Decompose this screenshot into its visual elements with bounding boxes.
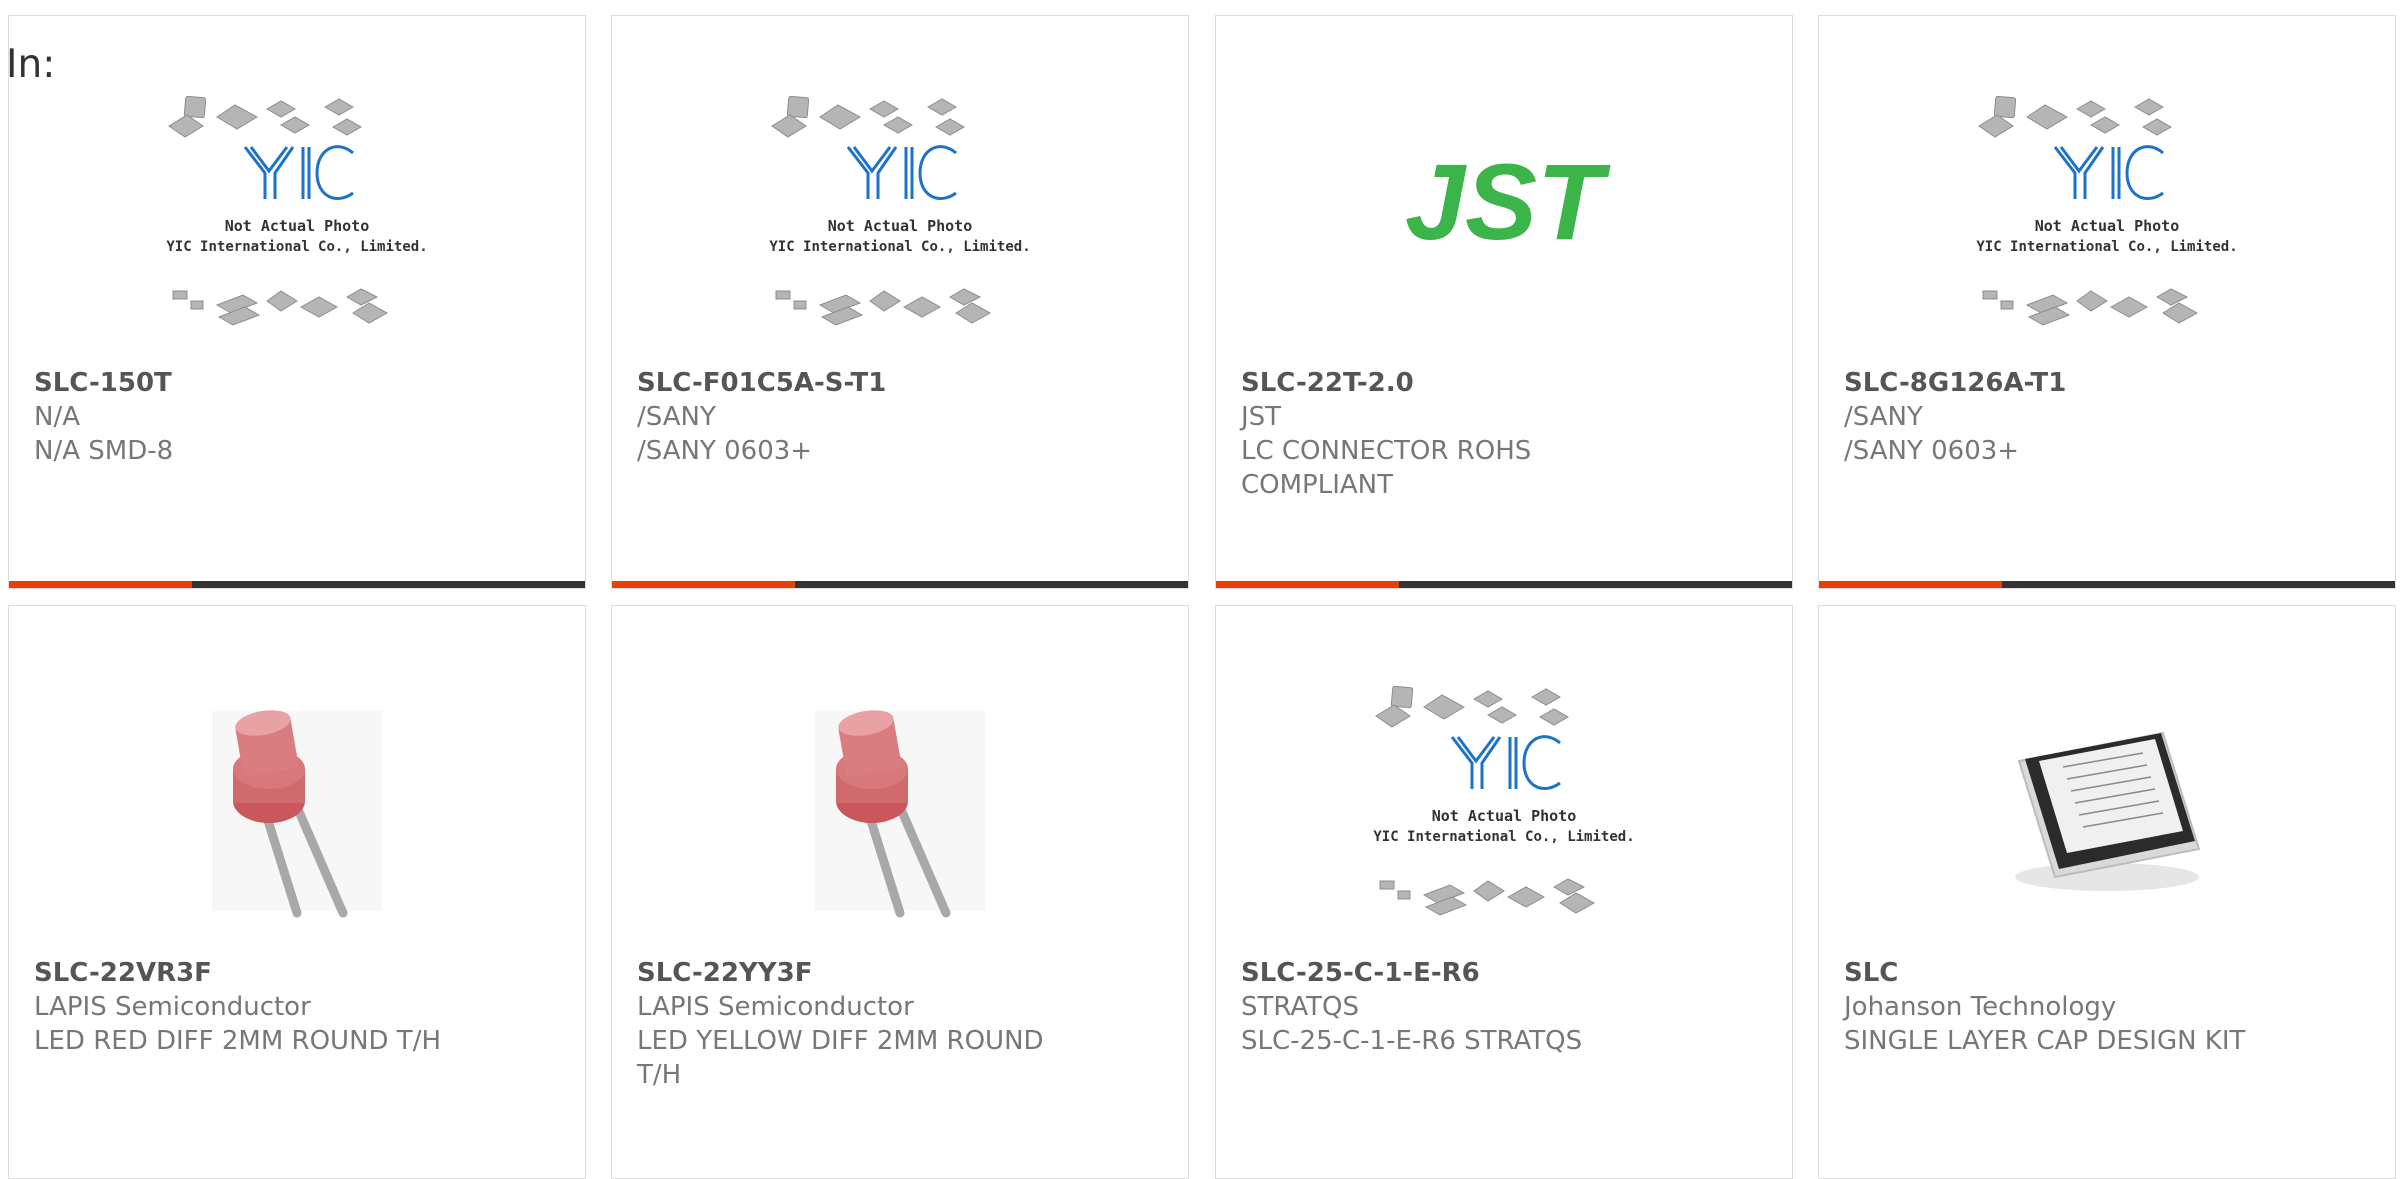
product-info: SLC-22T-2.0 JST LC CONNECTOR ROHS COMPLI…: [1241, 366, 1772, 502]
manufacturer: Johanson Technology: [1844, 992, 2117, 1022]
product-image[interactable]: Not Actual Photo YIC International Co., …: [9, 71, 585, 361]
product-image[interactable]: [612, 661, 1188, 951]
description: SINGLE LAYER CAP DESIGN KIT: [1844, 1026, 2246, 1056]
card-footer-bar: [612, 581, 1188, 588]
svg-text:YIC International Co., Limited: YIC International Co., Limited.: [1976, 239, 2237, 255]
description: /SANY 0603+: [637, 436, 813, 466]
part-number[interactable]: SLC-22VR3F: [34, 956, 565, 990]
red-led-image: [815, 710, 985, 918]
description: SLC-25-C-1-E-R6 STRATQS: [1241, 1026, 1583, 1056]
part-number[interactable]: SLC-22YY3F: [637, 956, 1168, 990]
svg-text:Not Actual Photo: Not Actual Photo: [828, 217, 973, 235]
product-card[interactable]: Not Actual Photo YIC International Co., …: [611, 15, 1189, 589]
red-led-image: [212, 710, 382, 918]
description: N/A SMD-8: [34, 436, 174, 466]
card-footer-accent: [1819, 581, 2002, 588]
card-footer-bar: [1216, 581, 1792, 588]
product-image[interactable]: Not Actual Photo YIC International Co., …: [1216, 661, 1792, 951]
svg-text:Not Actual Photo: Not Actual Photo: [1432, 807, 1577, 825]
product-image[interactable]: Not Actual Photo YIC International Co., …: [1819, 71, 2395, 361]
manufacturer: LAPIS Semiconductor: [637, 992, 914, 1022]
svg-text:JST: JST: [1405, 141, 1611, 262]
part-number[interactable]: SLC-F01C5A-S-T1: [637, 366, 1168, 400]
product-image[interactable]: Not Actual Photo YIC International Co., …: [612, 71, 1188, 361]
part-number[interactable]: SLC: [1844, 956, 2375, 990]
jst-logo-image: JST: [1405, 141, 1611, 262]
product-card[interactable]: JST SLC-22T-2.0 JST LC CONNECTOR ROHS CO…: [1215, 15, 1793, 589]
svg-text:Not Actual Photo: Not Actual Photo: [225, 217, 370, 235]
manufacturer: STRATQS: [1241, 992, 1360, 1022]
description: LED RED DIFF 2MM ROUND T/H: [34, 1026, 441, 1056]
manufacturer: N/A: [34, 402, 80, 432]
manufacturer: LAPIS Semiconductor: [34, 992, 311, 1022]
description: LC CONNECTOR ROHS COMPLIANT: [1241, 436, 1532, 500]
svg-text:YIC International Co., Limited: YIC International Co., Limited.: [166, 239, 427, 255]
part-number[interactable]: SLC-22T-2.0: [1241, 366, 1772, 400]
manufacturer: /SANY: [1844, 402, 1923, 432]
manufacturer: /SANY: [637, 402, 716, 432]
part-number[interactable]: SLC-25-C-1-E-R6: [1241, 956, 1772, 990]
product-info: SLC-25-C-1-E-R6 STRATQS SLC-25-C-1-E-R6 …: [1241, 956, 1772, 1058]
card-footer-accent: [1216, 581, 1399, 588]
product-card[interactable]: Not Actual Photo YIC International Co., …: [8, 15, 586, 589]
card-footer-bar: [9, 581, 585, 588]
description: /SANY 0603+: [1844, 436, 2020, 466]
product-card[interactable]: SLC Johanson Technology SINGLE LAYER CAP…: [1818, 605, 2396, 1179]
card-footer-bar: [1819, 581, 2395, 588]
svg-text:Not Actual Photo: Not Actual Photo: [2035, 217, 2180, 235]
product-card[interactable]: SLC-22YY3F LAPIS Semiconductor LED YELLO…: [611, 605, 1189, 1179]
product-info: SLC Johanson Technology SINGLE LAYER CAP…: [1844, 956, 2375, 1058]
filter-label: In:: [6, 42, 56, 87]
product-info: SLC-22VR3F LAPIS Semiconductor LED RED D…: [34, 956, 565, 1058]
product-card[interactable]: Not Actual Photo YIC International Co., …: [1818, 15, 2396, 589]
svg-text:YIC International Co., Limited: YIC International Co., Limited.: [1373, 829, 1634, 845]
product-info: SLC-150T N/A N/A SMD-8: [34, 366, 565, 468]
card-footer-accent: [612, 581, 795, 588]
product-card[interactable]: SLC-22VR3F LAPIS Semiconductor LED RED D…: [8, 605, 586, 1179]
product-info: SLC-22YY3F LAPIS Semiconductor LED YELLO…: [637, 956, 1168, 1092]
yic-placeholder-image: Not Actual Photo YIC International Co., …: [166, 95, 428, 326]
product-card[interactable]: Not Actual Photo YIC International Co., …: [1215, 605, 1793, 1179]
manufacturer: JST: [1241, 402, 1282, 432]
description: LED YELLOW DIFF 2MM ROUND T/H: [637, 1026, 1044, 1090]
product-image[interactable]: [1819, 661, 2395, 951]
product-image[interactable]: [9, 661, 585, 951]
yic-placeholder-image: Not Actual Photo YIC International Co., …: [1373, 685, 1635, 916]
yic-placeholder-image: Not Actual Photo YIC International Co., …: [769, 95, 1031, 326]
product-info: SLC-F01C5A-S-T1 /SANY /SANY 0603+: [637, 366, 1168, 468]
product-image[interactable]: JST: [1216, 71, 1792, 361]
part-number[interactable]: SLC-8G126A-T1: [1844, 366, 2375, 400]
part-number[interactable]: SLC-150T: [34, 366, 565, 400]
yic-placeholder-image: Not Actual Photo YIC International Co., …: [1976, 95, 2238, 326]
card-footer-accent: [9, 581, 192, 588]
svg-text:YIC International Co., Limited: YIC International Co., Limited.: [769, 239, 1030, 255]
design-kit-box-image: [2015, 731, 2201, 891]
product-info: SLC-8G126A-T1 /SANY /SANY 0603+: [1844, 366, 2375, 468]
